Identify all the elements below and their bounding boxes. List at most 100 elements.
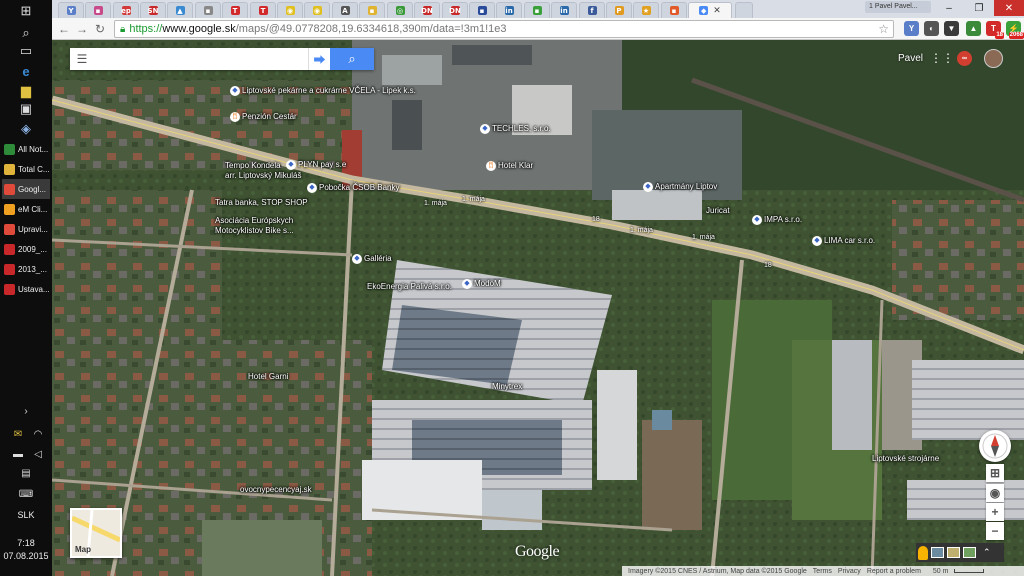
new-tab-button[interactable]: [735, 2, 753, 18]
action-center-icon[interactable]: ▤: [19, 467, 33, 479]
map-place-label[interactable]: Liptovské strojárne: [872, 454, 939, 463]
browser-tab[interactable]: ▪: [359, 2, 385, 18]
map-place-label[interactable]: Tatra banka, STOP SHOP: [215, 198, 308, 207]
place-pin-icon[interactable]: ◆: [307, 183, 317, 193]
map-place-label[interactable]: ◆ Pobočka ČSOB Banky: [307, 183, 399, 193]
search-button[interactable]: ⌕: [330, 48, 374, 70]
browser-tab[interactable]: ep: [113, 2, 139, 18]
browser-tab[interactable]: DN: [414, 2, 440, 18]
place-pin-icon[interactable]: ◆: [812, 236, 822, 246]
zoom-out-button[interactable]: −: [986, 522, 1004, 540]
place-pin-icon[interactable]: ◆: [352, 254, 362, 264]
extension-icon[interactable]: ▼: [944, 21, 959, 36]
map-place-label[interactable]: ◆ Apartmány Liptov: [643, 182, 717, 192]
minimize-button[interactable]: ‒: [934, 0, 964, 16]
taskbar-app-all-notes[interactable]: All Not...: [2, 139, 50, 159]
map-place-label[interactable]: 🍴︎ Penzión Cestár: [230, 112, 297, 122]
taskbar-app-pdf-2013[interactable]: 2013_...: [2, 259, 50, 279]
extension-icon[interactable]: ⚡ 2068: [1006, 21, 1024, 39]
browser-tab[interactable]: ◆ ✕: [688, 2, 732, 18]
browser-tab[interactable]: A: [332, 2, 358, 18]
map-place-label[interactable]: 🍴︎ Hotel Klar: [486, 161, 533, 171]
map-place-label[interactable]: arr. Liptovský Mikuláš: [225, 171, 301, 180]
photo-thumbnail[interactable]: [947, 547, 960, 558]
place-pin-icon[interactable]: ◆: [752, 215, 762, 225]
map-place-label[interactable]: ◆ IMPA s.r.o.: [752, 215, 802, 225]
map-place-label[interactable]: Asociácia Európskych: [215, 216, 293, 225]
maximize-button[interactable]: ❐: [964, 0, 994, 16]
windows-logo-icon[interactable]: ⊞: [14, 2, 38, 20]
place-pin-icon[interactable]: ◆: [480, 124, 490, 134]
address-bar[interactable]: 🔒︎ https:// www.google.sk /maps/@49.0778…: [114, 20, 894, 38]
map-search-input[interactable]: [94, 50, 308, 68]
expand-icon[interactable]: ⌃: [983, 547, 991, 558]
map-place-label[interactable]: ◆ LIMA car s.r.o.: [812, 236, 875, 246]
place-pin-icon[interactable]: ◆: [643, 182, 653, 192]
browser-tab[interactable]: ▪: [195, 2, 221, 18]
browser-tab[interactable]: ▪: [469, 2, 495, 18]
close-window-button[interactable]: ✕: [994, 0, 1024, 16]
file-explorer-icon[interactable]: ▆: [14, 82, 38, 100]
photo-thumbnail[interactable]: [931, 547, 944, 558]
my-location-icon[interactable]: ◉: [986, 484, 1004, 502]
tilt-icon[interactable]: ⊞: [986, 464, 1004, 482]
map-place-label[interactable]: ◆ ModoM: [462, 279, 501, 289]
browser-tab[interactable]: P: [606, 2, 632, 18]
compass-control[interactable]: [979, 430, 1011, 462]
pegman-icon[interactable]: [918, 545, 928, 560]
satellite-map[interactable]: ◆ Liptovské pekárne a cukrárne VČELA - Li…: [52, 40, 1024, 576]
extension-icon[interactable]: T 18: [986, 21, 1004, 39]
place-pin-icon[interactable]: ◆: [230, 86, 240, 96]
taskbar-app-upravit[interactable]: Upravi...: [2, 219, 50, 239]
extension-icon[interactable]: Y: [904, 21, 919, 36]
map-place-label[interactable]: EkoEnergia Palivá s.r.o.: [367, 282, 452, 291]
profile-chip[interactable]: 1 Pavel Pavel...: [865, 1, 931, 13]
clock-date[interactable]: 07.08.2015: [0, 551, 52, 561]
map-place-label[interactable]: Hotel Garni: [248, 372, 288, 381]
map-type-switcher[interactable]: Map: [70, 508, 122, 558]
taskbar-app-total-commander[interactable]: Total C...: [2, 159, 50, 179]
keyboard-icon[interactable]: ⌨: [19, 488, 33, 500]
browser-tab[interactable]: f: [579, 2, 605, 18]
browser-tab[interactable]: ◎: [387, 2, 413, 18]
extension-icon[interactable]: ◐: [924, 21, 939, 36]
taskbar-app-pdf-2009[interactable]: 2009_...: [2, 239, 50, 259]
directions-icon[interactable]: ⮕: [308, 48, 330, 70]
extension-icon[interactable]: ▲: [966, 21, 981, 36]
browser-tab[interactable]: ◉: [277, 2, 303, 18]
reload-icon[interactable]: ↻: [92, 21, 108, 37]
language-indicator[interactable]: SLK: [0, 510, 52, 520]
app-icon[interactable]: ◈: [14, 120, 38, 138]
taskbar-app-em-client[interactable]: eM Cli...: [2, 199, 50, 219]
restaurant-pin-icon[interactable]: 🍴︎: [230, 112, 240, 122]
clock-time[interactable]: 7:18: [0, 538, 52, 548]
chevron-up-icon[interactable]: ›: [19, 405, 33, 417]
place-pin-icon[interactable]: ◆: [462, 279, 472, 289]
search-icon[interactable]: ⌕: [14, 24, 38, 42]
map-place-label[interactable]: Juricat: [706, 206, 730, 215]
browser-tab[interactable]: Y: [58, 2, 84, 18]
zoom-in-button[interactable]: +: [986, 503, 1004, 521]
notifications-icon[interactable]: ∞: [957, 51, 972, 66]
avatar[interactable]: [984, 49, 1003, 68]
bookmark-star-icon[interactable]: ☆: [878, 22, 889, 36]
browser-tab[interactable]: ▪: [524, 2, 550, 18]
map-place-label[interactable]: ◆ Galléria: [352, 254, 392, 264]
task-view-icon[interactable]: ▭: [14, 42, 38, 60]
store-icon[interactable]: ▣: [14, 100, 38, 118]
account-name[interactable]: Pavel: [898, 53, 923, 64]
battery-icon[interactable]: ▬: [11, 448, 25, 460]
browser-tab[interactable]: DN: [442, 2, 468, 18]
report-problem-link[interactable]: Report a problem: [867, 568, 921, 575]
taskbar-app-google-chrome[interactable]: Googl...: [2, 179, 50, 199]
privacy-link[interactable]: Privacy: [838, 568, 861, 575]
browser-tab[interactable]: T: [222, 2, 248, 18]
terms-link[interactable]: Terms: [813, 568, 832, 575]
street-view-bar[interactable]: ⌃: [916, 543, 1004, 562]
hamburger-menu-icon[interactable]: ☰: [70, 48, 94, 70]
forward-icon[interactable]: →: [74, 21, 90, 37]
map-place-label[interactable]: Motocyklistov Bike s...: [215, 226, 294, 235]
browser-tab[interactable]: ◉: [304, 2, 330, 18]
back-icon[interactable]: ←: [56, 21, 72, 37]
edge-icon[interactable]: e: [14, 62, 38, 80]
